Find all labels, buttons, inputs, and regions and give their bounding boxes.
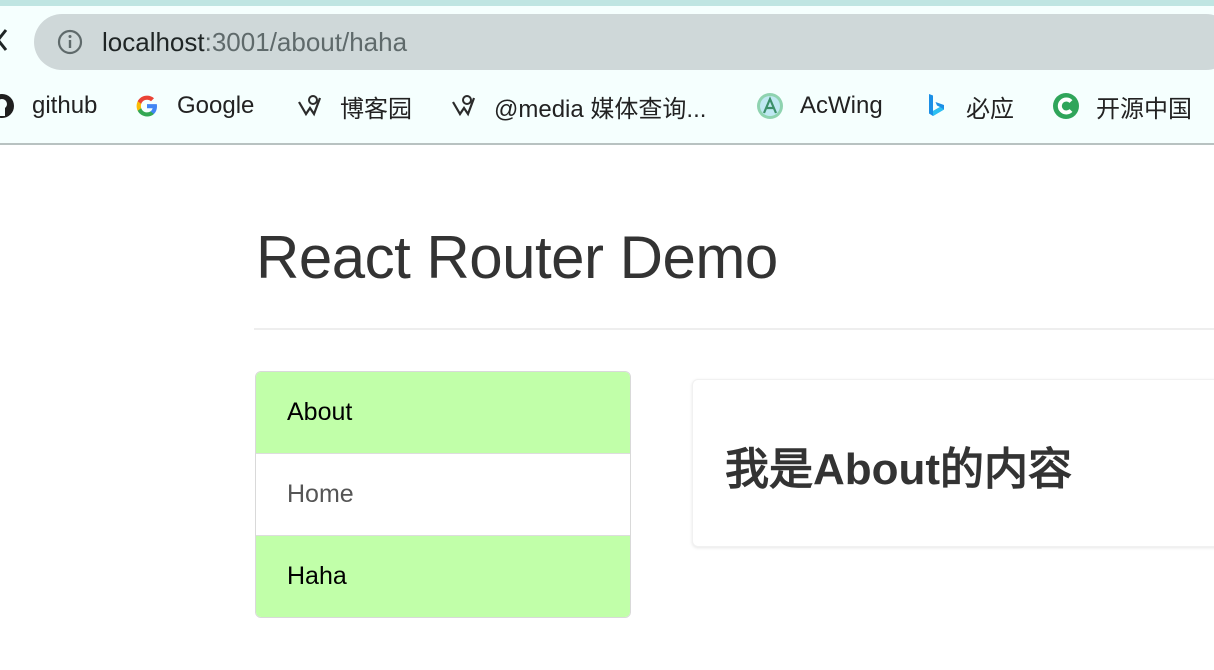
- back-arrow-icon[interactable]: [0, 28, 8, 52]
- cnblogs-icon: [298, 95, 322, 117]
- bookmark-label: 开源中国: [1096, 95, 1192, 123]
- content-panel: 我是About的内容: [692, 379, 1214, 547]
- url-text[interactable]: localhost:3001/about/haha: [102, 26, 407, 58]
- bookmark-media-query[interactable]: @media 媒体查询...: [450, 86, 706, 126]
- nav-item-haha[interactable]: Haha: [256, 535, 630, 617]
- bookmark-label: 博客园: [340, 95, 412, 123]
- bookmark-google[interactable]: Google: [133, 86, 254, 126]
- browser-chrome: localhost:3001/about/haha github Google: [0, 6, 1214, 145]
- bing-icon: [929, 94, 944, 116]
- acwing-icon: [757, 93, 783, 119]
- nav-list: About Home Haha: [255, 371, 631, 618]
- bookmarks-bar: github Google 博客园 @media 媒体查询... AcWing …: [0, 86, 1214, 126]
- title-divider: [254, 328, 1214, 330]
- bookmark-github[interactable]: github: [0, 86, 97, 126]
- bookmark-label: github: [32, 92, 98, 119]
- cnblogs-icon: [452, 95, 476, 117]
- bookmark-acwing[interactable]: AcWing: [756, 86, 883, 126]
- nav-item-about[interactable]: About: [256, 372, 630, 453]
- info-icon[interactable]: [56, 28, 84, 56]
- url-host: localhost: [102, 27, 205, 57]
- bookmark-label: AcWing: [800, 92, 883, 119]
- bookmark-cnblogs[interactable]: 博客园: [296, 86, 412, 126]
- bookmark-label: 必应: [966, 95, 1014, 123]
- bookmark-label: @media 媒体查询...: [494, 95, 707, 123]
- bookmark-label: Google: [177, 92, 255, 119]
- bookmark-bing[interactable]: 必应: [922, 86, 1014, 126]
- github-icon: [0, 94, 14, 118]
- bookmark-oschina[interactable]: 开源中国: [1052, 86, 1192, 126]
- page-title: React Router Demo: [256, 224, 778, 291]
- oschina-icon: [1053, 93, 1079, 119]
- nav-item-home[interactable]: Home: [256, 453, 630, 535]
- address-bar[interactable]: localhost:3001/about/haha: [34, 14, 1214, 70]
- google-icon: [136, 95, 157, 117]
- panel-heading: 我是About的内容: [725, 445, 1073, 494]
- url-path: :3001/about/haha: [204, 27, 408, 57]
